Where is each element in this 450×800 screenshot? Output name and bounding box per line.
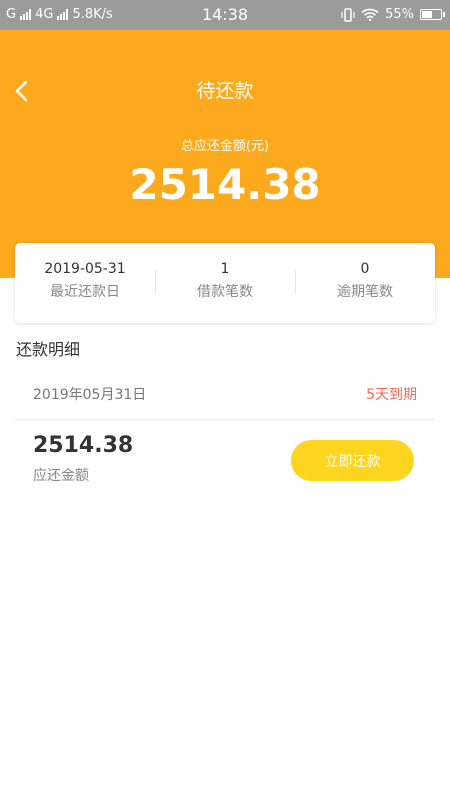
total-amount: 2514.38 [129,160,321,209]
total-amount-label: 总应还金额(元) [180,139,270,154]
summary-value: 1 [220,261,230,277]
summary-label: 借款笔数 [197,284,253,300]
summary-value: 2019-05-31 [44,261,126,277]
status-bar: G 4G 5.8K/s 14:38 55% [0,0,450,30]
summary-card: 2019-05-31 最近还款日 1 借款笔数 0 逾期笔数 [15,243,435,323]
repayment-item: 2514.38 应还金额 立即还款 [15,421,435,501]
battery-icon [420,9,445,20]
section-title: 还款明细 [16,340,81,359]
repayment-date-row: 2019年05月31日 5天到期 [15,368,435,420]
pay-now-button[interactable]: 立即还款 [291,440,414,481]
page-title: 待还款 [196,80,254,102]
repayment-date: 2019年05月31日 [33,387,147,403]
summary-value: 0 [360,261,370,277]
header: 待还款 总应还金额(元) 2514.38 [0,30,450,278]
wifi-icon [361,8,379,21]
status-bar-right: 55% [341,7,445,22]
summary-loan-count: 1 借款笔数 [155,243,295,323]
summary-latest-date: 2019-05-31 最近还款日 [15,243,155,323]
item-amount-label: 应还金额 [33,468,89,484]
summary-label: 最近还款日 [50,284,120,300]
battery-percent: 55% [385,7,414,22]
summary-overdue-count: 0 逾期笔数 [295,243,435,323]
item-amount: 2514.38 [33,433,134,458]
summary-label: 逾期笔数 [337,284,393,300]
vibrate-icon [341,7,355,22]
due-status: 5天到期 [366,387,417,403]
